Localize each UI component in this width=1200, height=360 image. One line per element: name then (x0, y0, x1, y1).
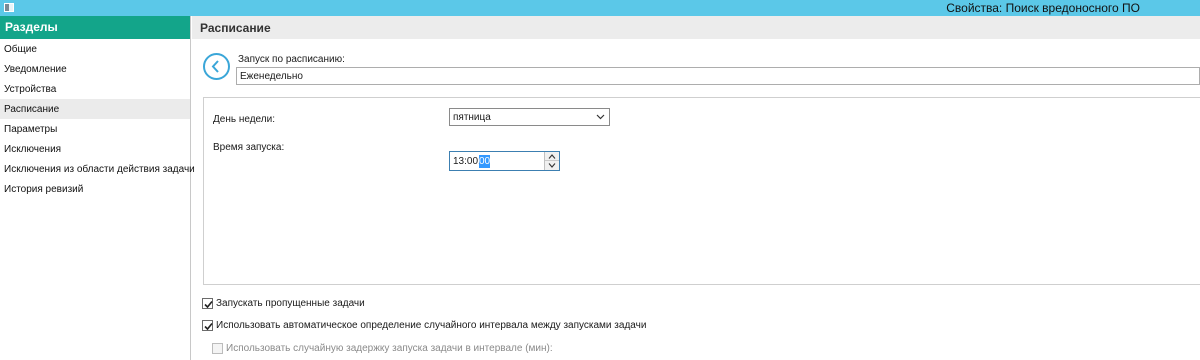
checkmark-icon (204, 300, 213, 309)
run-missed-tasks-checkbox[interactable] (202, 298, 213, 309)
sidebar-item-schedule[interactable]: Расписание (0, 99, 190, 119)
auto-random-interval-label: Использовать автоматическое определение … (216, 320, 647, 331)
window-icon[interactable] (4, 3, 14, 12)
sidebar: Разделы Общие Уведомление Устройства Рас… (0, 16, 195, 360)
sidebar-header: Разделы (0, 16, 190, 39)
sidebar-item-settings[interactable]: Параметры (0, 119, 190, 139)
weekday-label: День недели: (213, 114, 275, 125)
chevron-down-icon (548, 163, 556, 168)
schedule-label: Запуск по расписанию: (238, 54, 345, 65)
sidebar-item-notification[interactable]: Уведомление (0, 59, 190, 79)
main-panel: Расписание Запуск по расписанию: Еженеде… (192, 16, 1200, 360)
time-seconds-selected: 00 (479, 155, 491, 168)
checkmark-icon (204, 322, 213, 331)
schedule-settings-group (203, 97, 1200, 285)
sidebar-item-exclusions[interactable]: Исключения (0, 139, 190, 159)
back-button[interactable] (203, 53, 230, 80)
run-missed-tasks-label: Запускать пропущенные задачи (216, 298, 365, 309)
time-hours-minutes: 13:00: (453, 156, 481, 167)
page-title: Расписание (192, 16, 1200, 39)
title-bar: Свойства: Поиск вредоносного ПО (0, 0, 1200, 16)
weekday-value: пятница (453, 112, 491, 123)
back-arrow-icon (211, 60, 219, 73)
random-delay-label: Использовать случайную задержку запуска … (226, 343, 553, 354)
chevron-down-icon (596, 114, 605, 120)
schedule-field[interactable]: Еженедельно (236, 67, 1200, 85)
sidebar-item-scope-exclusions[interactable]: Исключения из области действия задачи (0, 159, 195, 179)
window-title: Свойства: Поиск вредоносного ПО (946, 1, 1140, 15)
random-delay-checkbox[interactable] (212, 343, 223, 354)
time-label: Время запуска: (213, 142, 285, 153)
sidebar-item-revision-history[interactable]: История ревизий (0, 179, 190, 199)
auto-random-interval-checkbox[interactable] (202, 320, 213, 331)
sidebar-item-devices[interactable]: Устройства (0, 79, 190, 99)
time-input[interactable]: 13:00: 00 (449, 151, 560, 171)
sidebar-item-general[interactable]: Общие (0, 39, 190, 59)
spin-up-button[interactable] (545, 152, 559, 161)
chevron-up-icon (548, 154, 556, 159)
spin-down-button[interactable] (545, 161, 559, 170)
weekday-select[interactable]: пятница (449, 108, 610, 126)
time-spinner (544, 152, 559, 170)
